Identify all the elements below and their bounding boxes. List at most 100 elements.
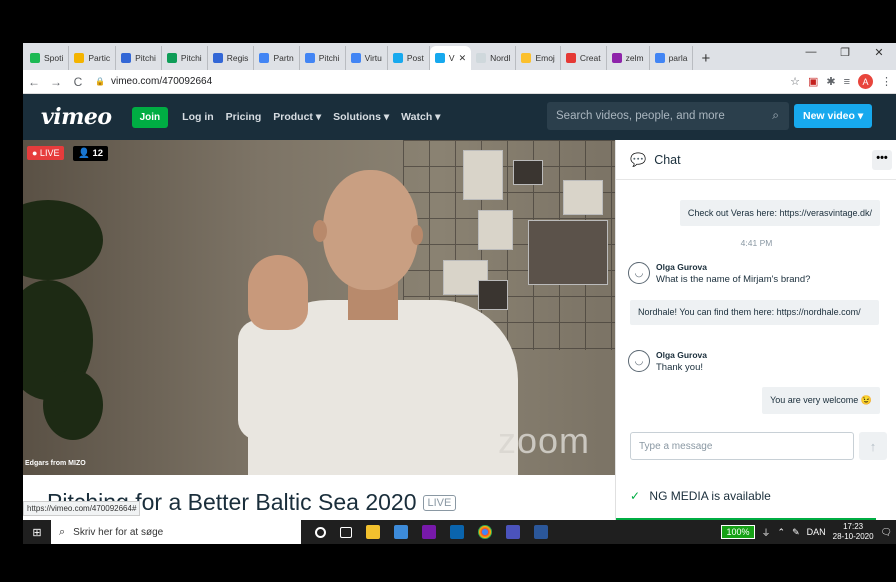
tab-label: Spoti: [44, 53, 64, 63]
tab-label: Regis: [226, 53, 249, 63]
word-icon[interactable]: [534, 525, 548, 539]
tab-label: Partic: [88, 53, 111, 63]
user-avatar-icon: ◡: [628, 262, 650, 284]
browser-tab[interactable]: V ✕: [429, 46, 472, 70]
browser-tab[interactable]: Spoti: [25, 46, 70, 70]
notification-text: NG MEDIA is available: [649, 489, 771, 503]
nav-login[interactable]: Log in: [182, 111, 214, 123]
clock-date: 28-10-2020: [832, 532, 874, 541]
browser-menu-icon[interactable]: ⋮: [881, 75, 892, 88]
notifications-icon[interactable]: 🗨: [881, 527, 892, 538]
status-url: https://vimeo.com/470092664#: [23, 501, 141, 516]
browser-tab[interactable]: Post: [388, 46, 430, 70]
tab-favicon-icon: [74, 53, 85, 63]
address-bar: ← → C 🔒 vimeo.com/470092664 ☆ ▣ ✱ ≡ A ⋮: [23, 70, 896, 94]
windows-start-icon[interactable]: ⊞: [23, 526, 51, 539]
browser-tab[interactable]: Virtu: [346, 46, 388, 70]
browser-tab[interactable]: Creat: [561, 46, 607, 70]
pen-icon[interactable]: ✎: [792, 527, 800, 538]
onenote-icon[interactable]: [422, 525, 436, 539]
search-box: ⌕: [547, 102, 789, 130]
teams-icon[interactable]: [506, 525, 520, 539]
bookmark-star-icon[interactable]: ☆: [790, 75, 800, 88]
reload-button[interactable]: C: [67, 75, 89, 89]
chat-message: ◡ Olga Gurova What is the name of Mirjam…: [628, 262, 810, 285]
wall-photo: [463, 150, 503, 200]
puzzle-extension-icon[interactable]: ✱: [826, 75, 835, 88]
tab-label: Pitchi: [180, 53, 202, 63]
close-tab-icon[interactable]: ✕: [459, 53, 467, 64]
nav-pricing[interactable]: Pricing: [226, 111, 262, 123]
chat-input[interactable]: [639, 440, 845, 452]
chat-panel: 💬 Chat ••• Check out Veras here: https:/…: [615, 140, 896, 475]
video-player[interactable]: ● LIVE 👤 12 zoom Edgars from MIZO: [23, 140, 615, 475]
tab-favicon-icon: [30, 53, 40, 63]
new-tab-button[interactable]: +: [693, 46, 718, 70]
browser-tab[interactable]: Partn: [254, 46, 300, 70]
vimeo-logo[interactable]: vimeo: [41, 104, 112, 130]
taskbar-search[interactable]: ⌕ Skriv her for at søge: [51, 520, 301, 544]
nav-solutions[interactable]: Solutions ▾: [333, 111, 389, 123]
browser-tab[interactable]: parla: [650, 46, 694, 70]
browser-tab[interactable]: Pitchi: [300, 46, 346, 70]
notification: ✓ NG MEDIA is available: [615, 475, 896, 520]
tab-label: Post: [406, 53, 424, 63]
person-hand: [248, 255, 308, 330]
minimize-button[interactable]: —: [794, 46, 828, 59]
tab-label: Creat: [579, 53, 601, 63]
clock[interactable]: 17:23 28-10-2020: [833, 522, 874, 541]
profile-avatar[interactable]: A: [858, 74, 873, 89]
browser-tab[interactable]: zelm: [607, 46, 650, 70]
tab-label: Emoj: [535, 53, 555, 63]
tab-label: Partn: [273, 53, 294, 63]
url-field[interactable]: 🔒 vimeo.com/470092664: [95, 76, 790, 87]
nav-product[interactable]: Product ▾: [273, 111, 321, 123]
task-view-icon[interactable]: [340, 526, 352, 538]
wall-photo: [478, 280, 508, 310]
join-button[interactable]: Join: [131, 106, 169, 128]
shield-extension-icon[interactable]: ▣: [808, 75, 818, 88]
forward-button[interactable]: →: [45, 75, 67, 89]
zoom-watermark: zoom: [498, 420, 591, 461]
viewer-count-value: 12: [92, 148, 104, 159]
tab-label: Pitchi: [135, 53, 156, 63]
search-icon[interactable]: ⌕: [772, 108, 779, 123]
tab-favicon-icon: [392, 53, 403, 63]
tab-label: parla: [668, 53, 688, 63]
chat-message: Check out Veras here: https://verasvinta…: [679, 200, 880, 226]
restore-button[interactable]: ❐: [828, 46, 862, 59]
clock-time: 17:23: [843, 522, 864, 532]
wall-photo: [478, 210, 513, 250]
chevron-up-icon[interactable]: ⌃: [778, 527, 786, 538]
chat-author: Olga Gurova: [656, 350, 708, 360]
window-controls: — ❐ ✕: [794, 46, 896, 59]
back-button[interactable]: ←: [23, 75, 45, 89]
browser-tab[interactable]: Pitchi: [116, 46, 162, 70]
browser-tab[interactable]: Nordl: [471, 46, 517, 70]
browser-tab[interactable]: Emoj: [516, 46, 561, 70]
tab-favicon-icon: [212, 53, 223, 63]
browser-tab[interactable]: Regis: [208, 46, 255, 70]
browser-tab[interactable]: Pitchi: [162, 46, 208, 70]
outlook-icon[interactable]: [450, 525, 464, 539]
nav-watch[interactable]: Watch ▾: [401, 111, 440, 123]
language-indicator[interactable]: DAN: [807, 527, 826, 537]
search-input[interactable]: [556, 110, 756, 122]
pen-app-icon[interactable]: [394, 525, 408, 539]
taskbar-apps: [315, 525, 548, 539]
more-options-button[interactable]: •••: [872, 150, 892, 170]
chat-message: ◡ Olga Gurova Thank you!: [628, 350, 707, 373]
chat-text: Thank you!: [656, 362, 703, 373]
cortana-icon[interactable]: [315, 526, 326, 538]
send-button[interactable]: ↑: [859, 432, 887, 460]
search-icon: ⌕: [59, 525, 66, 538]
close-window-button[interactable]: ✕: [862, 46, 896, 59]
browser-tab[interactable]: Partic: [69, 46, 117, 70]
playlist-icon[interactable]: ≡: [844, 76, 850, 88]
battery-indicator[interactable]: 100%: [721, 525, 755, 539]
wall-photo: [513, 160, 543, 185]
title-row: Pitching for a Better Baltic Sea 2020 LIV…: [23, 475, 896, 520]
file-explorer-icon[interactable]: [366, 525, 380, 539]
new-video-button[interactable]: New video ▾: [794, 104, 873, 128]
chrome-icon[interactable]: [478, 525, 492, 539]
